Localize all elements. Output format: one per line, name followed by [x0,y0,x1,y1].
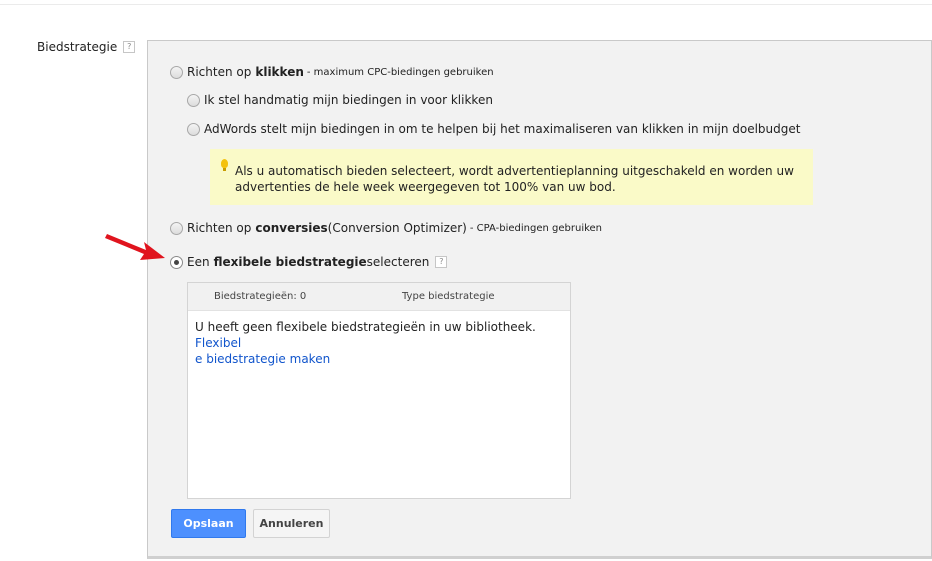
create-strategy-link-continued[interactable]: e biedstrategie maken [195,352,330,366]
option-flexible[interactable]: Een flexibele biedstrategie selecteren ? [170,255,448,269]
help-icon[interactable]: ? [435,256,448,268]
radio-auto[interactable] [187,122,200,136]
table-empty-message: U heeft geen flexibele biedstrategieën i… [188,311,570,375]
option-conversions-bold: conversies [255,221,328,235]
cancel-button[interactable]: Annuleren [253,509,330,538]
option-conversions[interactable]: Richten op conversies (Conversion Optimi… [170,221,602,235]
column-header-count[interactable]: Biedstrategieën: 0 [214,291,306,302]
column-header-type[interactable]: Type biedstrategie [402,291,495,302]
sub-option-manual[interactable]: Ik stel handmatig mijn biedingen in voor… [187,93,493,107]
red-arrow-icon [105,234,165,260]
info-hint-box: Als u automatisch bieden selecteert, wor… [210,149,813,205]
hint-line-1: Als u automatisch bieden selecteert, wor… [235,164,794,178]
option-clicks[interactable]: Richten op klikken - maximum CPC-bieding… [170,65,494,79]
option-clicks-prefix: Richten op [187,65,252,79]
help-icon[interactable]: ? [123,41,136,53]
save-button[interactable]: Opslaan [171,509,246,538]
option-clicks-bold: klikken [255,65,304,79]
create-strategy-link[interactable]: Flexibel [195,336,241,350]
hint-line-2: advertenties de hele week weergegeven to… [235,180,616,194]
strategy-table: Biedstrategieën: 0 Type biedstrategie U … [187,282,571,499]
top-divider [0,4,932,5]
field-label: Biedstrategie [37,40,118,54]
lightbulb-icon [221,159,228,171]
option-conversions-middle: (Conversion Optimizer) [327,221,467,235]
table-header: Biedstrategieën: 0 Type biedstrategie [188,283,570,311]
sub-option-manual-label: Ik stel handmatig mijn biedingen in voor… [204,93,493,107]
radio-flexible[interactable] [170,255,183,269]
radio-manual[interactable] [187,93,200,107]
option-flexible-bold: flexibele biedstrategie [213,255,367,269]
option-clicks-suffix: - maximum CPC-biedingen gebruiken [306,66,494,78]
option-conversions-prefix: Richten op [187,221,252,235]
empty-message-text: U heeft geen flexibele biedstrategieën i… [195,320,536,334]
radio-conversions[interactable] [170,221,183,235]
bid-strategy-panel: Richten op klikken - maximum CPC-bieding… [147,40,932,559]
sub-option-auto[interactable]: AdWords stelt mijn biedingen in om te he… [187,122,800,136]
radio-clicks[interactable] [170,65,183,79]
option-conversions-suffix: - CPA-biedingen gebruiken [469,222,603,234]
field-label-row: Biedstrategie ? [37,40,136,54]
option-flexible-suffix: selecteren [366,255,430,269]
option-flexible-prefix: Een [187,255,210,269]
sub-option-auto-label: AdWords stelt mijn biedingen in om te he… [204,122,801,136]
